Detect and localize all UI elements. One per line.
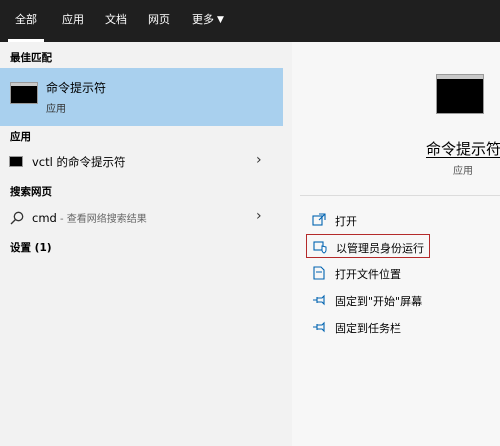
divider	[300, 195, 500, 196]
best-match-name: 命令提示符	[46, 81, 107, 95]
command-prompt-large-icon	[436, 74, 484, 114]
command-prompt-icon	[10, 82, 38, 104]
action-open-file-location-label: 打开文件位置	[335, 268, 401, 281]
tab-documents-label: 文档	[105, 13, 127, 26]
tab-apps-label: 应用	[62, 13, 84, 26]
section-apps: 应用	[10, 131, 31, 143]
web-hint: - 查看网络搜索结果	[56, 214, 147, 225]
app-result-vctl[interactable]: vctl 的命令提示符 ›	[0, 149, 283, 175]
web-query: cmd	[32, 211, 57, 225]
detail-subtitle: 应用	[453, 166, 473, 177]
action-pin-to-taskbar[interactable]: 固定到任务栏	[306, 315, 486, 339]
tab-web-label: 网页	[148, 13, 170, 26]
section-best-match: 最佳匹配	[10, 52, 52, 64]
action-open-label: 打开	[335, 215, 357, 228]
action-open[interactable]: 打开	[306, 208, 486, 232]
web-result-cmd[interactable]: cmd - 查看网络搜索结果 ›	[0, 205, 283, 231]
search-icon	[10, 211, 24, 225]
best-match-item[interactable]: 命令提示符 应用	[0, 68, 283, 126]
best-match-type: 应用	[46, 104, 66, 115]
action-pin-to-start[interactable]: 固定到"开始"屏幕	[306, 288, 486, 312]
action-run-as-admin[interactable]: 以管理员身份运行	[306, 234, 430, 258]
search-filter-bar: 全部 应用 文档 网页 更多 ▼	[0, 0, 500, 42]
detail-pane: 命令提示符 应用 打开 以管理员身份运行 打开文件位置 固定到"开始"屏幕 固定…	[292, 42, 500, 446]
tab-apps[interactable]: 应用	[62, 0, 84, 42]
action-open-file-location[interactable]: 打开文件位置	[306, 261, 486, 285]
tab-more[interactable]: 更多 ▼	[192, 0, 224, 42]
tab-all[interactable]: 全部	[8, 0, 44, 42]
detail-title: 命令提示符	[426, 140, 500, 158]
chevron-right-icon[interactable]: ›	[256, 152, 262, 168]
action-pin-to-start-label: 固定到"开始"屏幕	[335, 295, 423, 308]
tab-all-label: 全部	[15, 13, 37, 26]
open-icon	[312, 213, 326, 226]
pin-icon	[313, 321, 325, 333]
chevron-right-icon[interactable]: ›	[256, 208, 262, 224]
section-web: 搜索网页	[10, 186, 52, 198]
action-pin-to-taskbar-label: 固定到任务栏	[335, 322, 401, 335]
chevron-down-icon: ▼	[217, 15, 224, 25]
pin-icon	[313, 294, 325, 306]
admin-shield-icon	[313, 241, 327, 254]
action-run-as-admin-label: 以管理员身份运行	[336, 242, 424, 255]
web-result-label: cmd - 查看网络搜索结果	[32, 210, 147, 225]
tab-web[interactable]: 网页	[148, 0, 170, 42]
command-prompt-icon	[9, 156, 23, 167]
section-settings[interactable]: 设置 (1)	[10, 240, 52, 255]
file-location-icon	[313, 266, 325, 280]
tab-more-label: 更多	[192, 13, 214, 26]
app-result-label: vctl 的命令提示符	[32, 155, 126, 169]
tab-documents[interactable]: 文档	[105, 0, 127, 42]
results-pane: 最佳匹配 命令提示符 应用 应用 vctl 的命令提示符 › 搜索网页 cmd …	[0, 42, 283, 446]
